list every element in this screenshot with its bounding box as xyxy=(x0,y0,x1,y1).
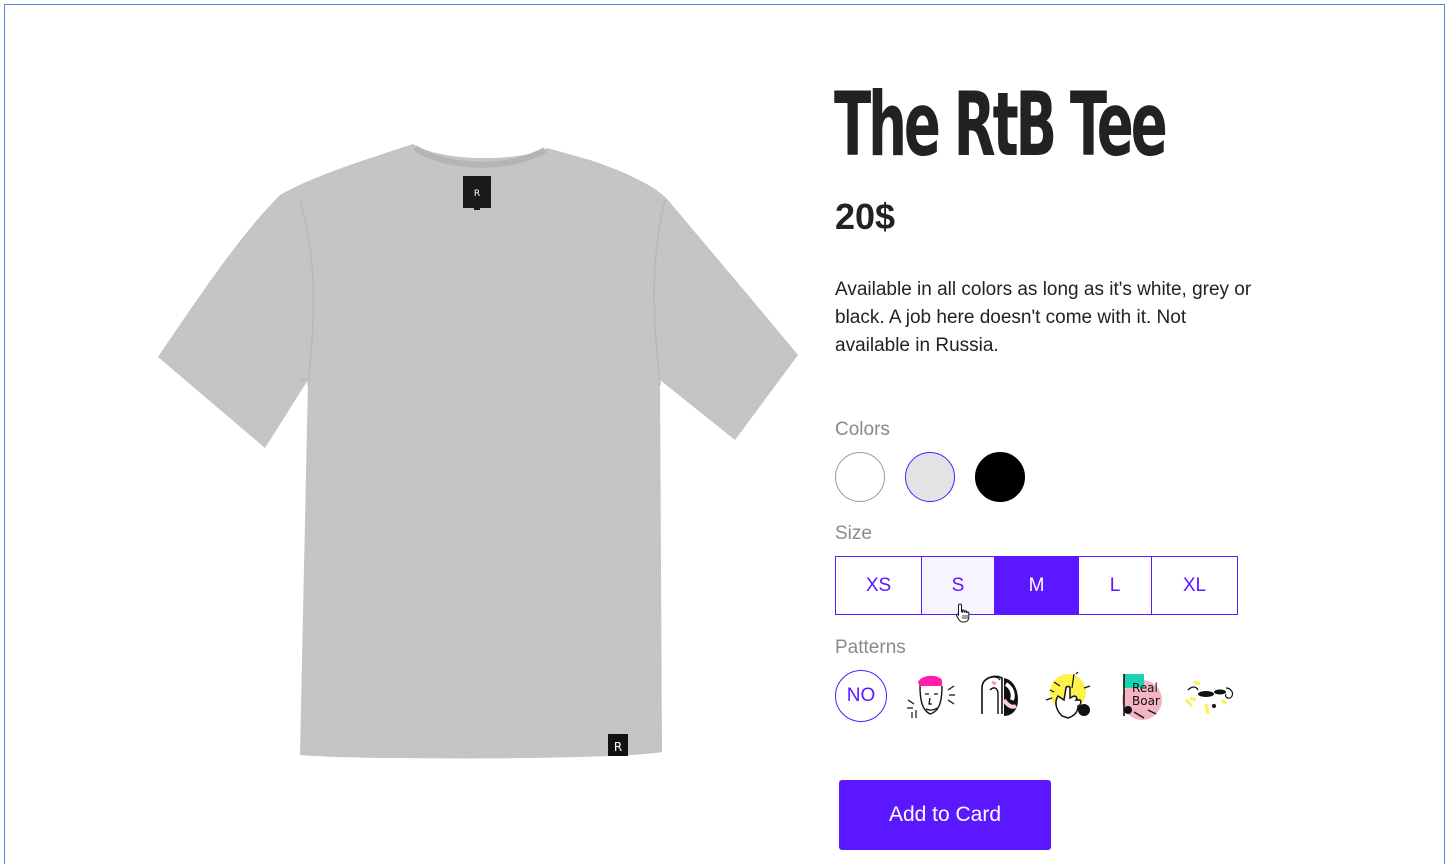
size-option-xl[interactable]: XL xyxy=(1152,557,1237,614)
size-option-m[interactable]: M xyxy=(995,557,1079,614)
flag-pattern-icon[interactable]: Real Boar xyxy=(1114,670,1166,722)
hand-cursor-icon xyxy=(955,603,970,623)
color-swatch-black[interactable] xyxy=(975,452,1025,502)
svg-text:R: R xyxy=(614,740,622,754)
size-option-xs[interactable]: XS xyxy=(836,557,922,614)
color-swatch-white[interactable] xyxy=(835,452,885,502)
pattern-option-none[interactable]: NO xyxy=(835,670,887,722)
colors-label: Colors xyxy=(835,419,890,440)
tshirt-shape xyxy=(158,144,798,759)
add-to-card-button[interactable]: Add to Card xyxy=(839,780,1051,850)
product-title: The RtB Tee xyxy=(834,73,1168,176)
pattern-text: Real xyxy=(1132,681,1158,695)
face-pattern-icon[interactable] xyxy=(904,670,956,722)
hem-tag: R xyxy=(608,734,628,756)
product-price: 20$ xyxy=(835,196,896,237)
svg-text:Boar: Boar xyxy=(1132,694,1160,708)
patterns-label: Patterns xyxy=(835,637,906,658)
size-option-l[interactable]: L xyxy=(1079,557,1152,614)
arch-pattern-icon[interactable] xyxy=(974,670,1026,722)
color-swatch-grey[interactable] xyxy=(905,452,955,502)
svg-text:R: R xyxy=(474,189,480,199)
size-selector: XS S M L XL xyxy=(835,556,1238,615)
shapes-pattern-icon[interactable] xyxy=(1184,670,1236,722)
product-image: R R xyxy=(158,144,798,759)
neck-tag: R xyxy=(463,176,491,210)
hand-pattern-icon[interactable] xyxy=(1044,670,1096,722)
product-description: Available in all colors as long as it's … xyxy=(835,279,1252,356)
size-label: Size xyxy=(835,523,872,544)
